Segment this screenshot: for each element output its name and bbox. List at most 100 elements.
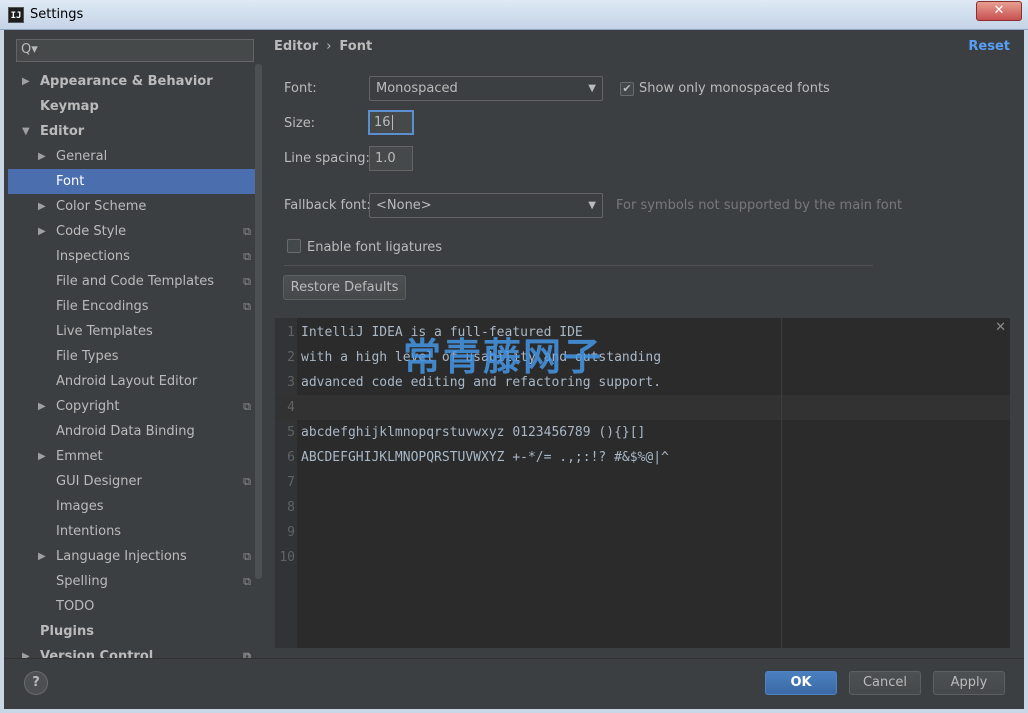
preview-line: 9 (275, 520, 1010, 545)
sidebar-item-version-control[interactable]: ▶ Version Control ⧉ (8, 644, 255, 658)
sidebar-item-label: Android Data Binding (56, 424, 195, 439)
font-settings-panel: Editor › Font Reset Font: Monospaced ▼ ✔ S… (263, 31, 1020, 658)
show-monospaced-label: Show only monospaced fonts (639, 81, 830, 96)
collapsed-arrow-icon[interactable]: ▶ (38, 219, 46, 244)
fallback-font-label: Fallback font: (284, 198, 371, 213)
watermark-logo: 常青藤网子 (403, 335, 604, 379)
sidebar-item-label: File Encodings (56, 299, 149, 314)
collapsed-arrow-icon[interactable]: ▶ (38, 144, 46, 169)
sidebar-item-todo[interactable]: TODO (8, 594, 255, 619)
project-settings-icon: ⧉ (243, 475, 251, 488)
sidebar-item-label: Inspections (56, 249, 130, 264)
project-settings-icon: ⧉ (243, 275, 251, 288)
settings-tree: ▶ Appearance & Behavior Keymap ▼ Editor ▶ Gene… (8, 69, 255, 658)
preview-line-text: abcdefghijklmnopqrstuvwxyz 0123456789 ()… (301, 425, 646, 440)
sidebar-item-file-types[interactable]: File Types (8, 344, 255, 369)
sidebar-item-intentions[interactable]: Intentions (8, 519, 255, 544)
show-monospaced-checkbox[interactable]: ✔ (620, 82, 634, 96)
expanded-arrow-icon[interactable]: ▼ (22, 119, 30, 144)
collapsed-arrow-icon[interactable]: ▶ (22, 69, 30, 94)
intellij-app-icon: IJ (8, 7, 24, 23)
sidebar-item-emmet[interactable]: ▶ Emmet (8, 444, 255, 469)
size-input[interactable]: 16 (368, 110, 414, 135)
line-number: 7 (287, 475, 295, 490)
chevron-down-icon: ▼ (588, 83, 596, 94)
font-ligatures-checkbox[interactable] (287, 239, 301, 253)
sidebar-item-appearance-behavior[interactable]: ▶ Appearance & Behavior (8, 69, 255, 94)
apply-button[interactable]: Apply (933, 671, 1005, 695)
reset-link[interactable]: Reset (968, 39, 1010, 54)
sidebar-item-file-encodings[interactable]: File Encodings ⧉ (8, 294, 255, 319)
collapsed-arrow-icon[interactable]: ▶ (38, 194, 46, 219)
sidebar-item-label: Language Injections (56, 549, 187, 564)
help-button[interactable]: ? (24, 671, 48, 695)
sidebar-item-label: Emmet (56, 449, 103, 464)
size-value: 16 (374, 115, 391, 130)
sidebar-item-editor[interactable]: ▼ Editor (8, 119, 255, 144)
line-spacing-value: 1.0 (375, 151, 396, 166)
sidebar-item-label: Font (56, 174, 85, 189)
preview-line: 7 (275, 470, 1010, 495)
sidebar-item-label: GUI Designer (56, 474, 142, 489)
dialog-footer: ? OK Cancel Apply (4, 658, 1024, 709)
sidebar-item-file-and-code-templates[interactable]: File and Code Templates ⧉ (8, 269, 255, 294)
restore-defaults-button[interactable]: Restore Defaults (283, 275, 406, 300)
preview-line-text: ABCDEFGHIJKLMNOPQRSTUVWXYZ +-*/= .,;:!? … (301, 450, 669, 465)
project-settings-icon: ⧉ (243, 650, 251, 658)
project-settings-icon: ⧉ (243, 250, 251, 263)
line-number: 4 (287, 400, 295, 415)
sidebar-item-label: Plugins (40, 624, 94, 639)
preview-line: 10 (275, 545, 1010, 570)
sidebar-item-inspections[interactable]: Inspections ⧉ (8, 244, 255, 269)
close-icon[interactable]: ✕ (995, 320, 1006, 335)
collapsed-arrow-icon[interactable]: ▶ (38, 544, 46, 569)
collapsed-arrow-icon[interactable]: ▶ (38, 444, 46, 469)
sidebar-item-label: Color Scheme (56, 199, 147, 214)
collapsed-arrow-icon[interactable]: ▶ (22, 644, 30, 658)
sidebar-item-language-injections[interactable]: ▶ Language Injections ⧉ (8, 544, 255, 569)
sidebar-item-general[interactable]: ▶ General (8, 144, 255, 169)
sidebar-item-images[interactable]: Images (8, 494, 255, 519)
sidebar-item-keymap[interactable]: Keymap (8, 94, 255, 119)
window-title: Settings (30, 7, 84, 22)
font-ligatures-label: Enable font ligatures (307, 240, 443, 255)
ok-button[interactable]: OK (765, 671, 837, 695)
preview-line: 8 (275, 495, 1010, 520)
sidebar-item-spelling[interactable]: Spelling ⧉ (8, 569, 255, 594)
sidebar-item-copyright[interactable]: ▶ Copyright ⧉ (8, 394, 255, 419)
font-combo[interactable]: Monospaced ▼ (369, 76, 603, 101)
project-settings-icon: ⧉ (243, 550, 251, 563)
cancel-button[interactable]: Cancel (849, 671, 921, 695)
sidebar-item-code-style[interactable]: ▶ Code Style ⧉ (8, 219, 255, 244)
breadcrumb-current: Font (339, 39, 373, 54)
sidebar-item-label: Editor (40, 124, 85, 139)
sidebar-item-color-scheme[interactable]: ▶ Color Scheme (8, 194, 255, 219)
line-spacing-input[interactable]: 1.0 (369, 146, 413, 171)
fallback-font-combo[interactable]: <None> ▼ (369, 193, 603, 218)
line-number: 1 (287, 325, 295, 340)
collapsed-arrow-icon[interactable]: ▶ (38, 394, 46, 419)
preview-line: 4 (275, 395, 1010, 420)
preview-line: 3 advanced code editing and refactoring s… (275, 370, 1010, 395)
sidebar-item-font[interactable]: Font (8, 169, 255, 194)
line-spacing-label: Line spacing: (284, 151, 370, 166)
sidebar-item-label: Version Control (40, 649, 154, 658)
sidebar-item-label: Appearance & Behavior (40, 74, 213, 89)
sidebar-item-android-data-binding[interactable]: Android Data Binding (8, 419, 255, 444)
window-close-button[interactable]: ✕ (976, 1, 1022, 21)
sidebar-item-label: Code Style (56, 224, 127, 239)
sidebar-item-android-layout-editor[interactable]: Android Layout Editor (8, 369, 255, 394)
sidebar-item-plugins[interactable]: Plugins (8, 619, 255, 644)
sidebar-item-live-templates[interactable]: Live Templates (8, 319, 255, 344)
fallback-font-value: <None> (376, 198, 432, 213)
sidebar-scrollbar[interactable] (255, 64, 262, 579)
sidebar-item-gui-designer[interactable]: GUI Designer ⧉ (8, 469, 255, 494)
settings-sidebar: Q▾ ▶ Appearance & Behavior Keymap ▼ Editor ▶ G… (8, 31, 263, 658)
preview-line: 1 IntelliJ IDEA is a full-featured IDE (275, 320, 1010, 345)
search-input[interactable]: Q▾ (16, 39, 254, 62)
line-number: 8 (287, 500, 295, 515)
project-settings-icon: ⧉ (243, 575, 251, 588)
font-label: Font: (284, 81, 317, 96)
line-number: 9 (287, 525, 295, 540)
font-preview-editor[interactable]: 1 IntelliJ IDEA is a full-featured IDE 2 wi… (275, 318, 1010, 648)
